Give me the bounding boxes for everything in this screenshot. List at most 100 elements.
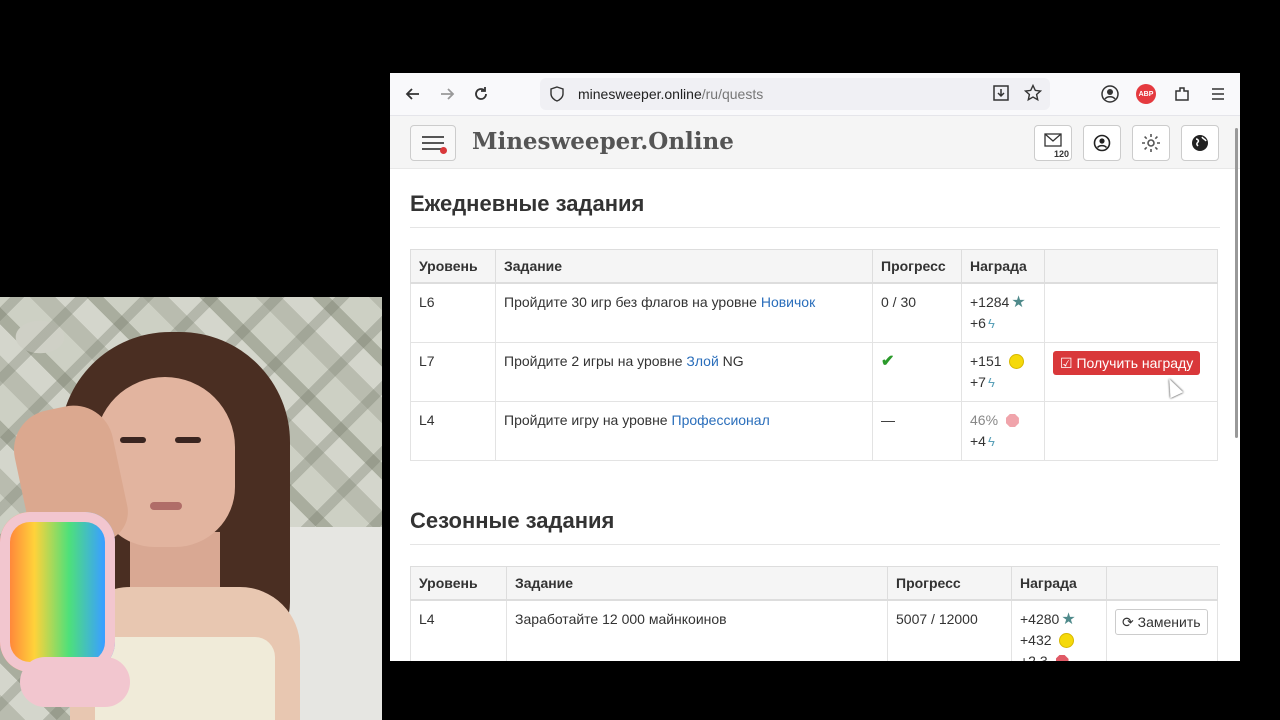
column-header: Награда <box>961 249 1045 284</box>
coin-icon <box>1009 354 1025 369</box>
checkmark-icon: ✔ <box>881 353 895 370</box>
messages-button[interactable]: 120 <box>1034 125 1072 161</box>
extensions-icon[interactable] <box>1168 77 1196 111</box>
quest-level: L6 <box>410 282 496 343</box>
quest-task-text: Пройдите 2 игры на уровне <box>504 353 687 369</box>
daily-quests-heading: Ежедневные задания <box>410 169 1220 228</box>
globe-icon <box>1192 135 1208 151</box>
refresh-icon: ⟳ <box>1122 614 1134 630</box>
reward-value: +4 <box>970 433 986 449</box>
hamburger-menu-icon[interactable] <box>1204 77 1232 111</box>
webcam-microphone-stand <box>20 657 130 707</box>
quest-task-suffix: NG <box>718 353 744 369</box>
claim-reward-button[interactable]: ☑ Получить награду <box>1053 351 1201 375</box>
webcam-person-eye <box>175 437 201 443</box>
shield-icon <box>548 85 566 103</box>
webcam-rgb-microphone <box>0 512 115 672</box>
notification-dot-icon <box>440 147 447 154</box>
adblock-icon[interactable]: ABP <box>1132 77 1160 111</box>
bolt-icon: ϟ <box>987 316 995 331</box>
table-row: L6 Пройдите 30 игр без флагов на уровне … <box>410 282 1218 343</box>
bookmark-star-icon[interactable] <box>1023 83 1043 107</box>
quest-progress: 5007 / 12000 <box>887 599 1012 661</box>
forward-arrow-icon <box>441 88 455 100</box>
quest-reward: +1284 ★ +6 ϟ <box>961 282 1045 343</box>
address-bar[interactable]: minesweeper.online/ru/quests <box>540 78 1050 110</box>
browser-window: minesweeper.online/ru/quests ABP Mineswe… <box>390 73 1240 661</box>
quest-progress: ✔ <box>872 342 962 402</box>
star-icon: ★ <box>1011 294 1026 311</box>
reward-value: +1284 <box>970 294 1010 310</box>
quest-reward: +4280 ★ +432 +2.3 <box>1011 599 1107 661</box>
table-row: L4 Заработайте 12 000 майнкоинов 5007 / … <box>410 599 1218 661</box>
column-header <box>1044 249 1218 284</box>
replace-quest-button[interactable]: ⟳ Заменить <box>1115 609 1208 635</box>
site-menu-button[interactable] <box>410 125 456 161</box>
check-square-icon: ☑ <box>1060 355 1073 371</box>
table-row: L7 Пройдите 2 игры на уровне Злой NG ✔ +… <box>410 342 1218 402</box>
quest-task-text: Пройдите игру на уровне <box>504 412 672 428</box>
url-text: minesweeper.online/ru/quests <box>578 86 763 102</box>
envelope-icon <box>1044 133 1062 147</box>
table-row: L4 Пройдите игру на уровне Профессионал … <box>410 401 1218 461</box>
webcam-person-mouth <box>150 502 182 510</box>
column-header: Задание <box>506 566 888 601</box>
quest-level-link[interactable]: Злой <box>686 353 718 369</box>
reward-value: +151 <box>970 353 1002 369</box>
column-header: Прогресс <box>872 249 962 284</box>
webcam-person-eye <box>120 437 146 443</box>
quest-reward: +151 +7 ϟ <box>961 342 1045 402</box>
replace-quest-label: Заменить <box>1137 614 1201 630</box>
daily-quests-table: Уровень Задание Прогресс Награда L6 Прой… <box>410 249 1218 461</box>
quest-action <box>1044 282 1218 343</box>
star-icon: ★ <box>1061 611 1076 628</box>
bolt-icon: ϟ <box>987 434 995 449</box>
user-icon <box>1093 134 1111 152</box>
reward-value: +432 <box>1020 632 1052 648</box>
quest-task-text: Пройдите 30 игр без флагов на уровне <box>504 294 761 310</box>
table-header-row: Уровень Задание Прогресс Награда <box>410 249 1218 284</box>
quest-progress: 0 / 30 <box>872 282 962 343</box>
browser-toolbar: minesweeper.online/ru/quests ABP <box>390 73 1240 116</box>
quest-action: ⟳ Заменить <box>1106 599 1218 661</box>
reload-icon <box>475 87 487 100</box>
column-header: Задание <box>495 249 873 284</box>
forward-button[interactable] <box>430 77 464 111</box>
reward-value: +4280 <box>1020 611 1060 627</box>
save-page-icon[interactable] <box>992 84 1010 107</box>
quest-task: Пройдите 2 игры на уровне Злой NG <box>495 342 873 402</box>
table-header-row: Уровень Задание Прогресс Награда <box>410 566 1218 601</box>
seasonal-quests-heading: Сезонные задания <box>410 486 1220 545</box>
gear-icon <box>1142 134 1160 152</box>
quest-level: L7 <box>410 342 496 402</box>
column-header: Награда <box>1011 566 1107 601</box>
back-arrow-icon <box>405 88 419 100</box>
quest-level-link[interactable]: Новичок <box>761 294 815 310</box>
column-header: Уровень <box>410 566 507 601</box>
reward-value: +2.3 <box>1020 653 1048 661</box>
column-header <box>1106 566 1218 601</box>
webcam-overlay <box>0 297 382 720</box>
quest-level: L4 <box>410 401 496 461</box>
language-button[interactable] <box>1181 125 1219 161</box>
page-scrollbar[interactable] <box>1235 128 1238 438</box>
reload-button[interactable] <box>464 77 498 111</box>
url-path: /ru/quests <box>701 86 764 102</box>
reward-value: +7 <box>970 374 986 390</box>
quest-level-link[interactable]: Профессионал <box>672 412 770 428</box>
settings-button[interactable] <box>1132 125 1170 161</box>
account-icon[interactable] <box>1096 77 1124 111</box>
bolt-icon: ϟ <box>987 375 995 390</box>
site-title[interactable]: Minesweeper.Online <box>472 128 734 155</box>
back-button[interactable] <box>396 77 430 111</box>
reward-value: 46% <box>970 412 999 428</box>
messages-count: 120 <box>1053 149 1069 159</box>
claim-reward-label: Получить награду <box>1076 355 1194 371</box>
quest-action <box>1044 401 1218 461</box>
quest-task: Заработайте 12 000 майнкоинов <box>506 599 888 661</box>
column-header: Уровень <box>410 249 496 284</box>
reward-value: +6 <box>970 315 986 331</box>
quest-action: ☑ Получить награду <box>1044 342 1218 402</box>
profile-button[interactable] <box>1083 125 1121 161</box>
quest-progress: — <box>872 401 962 461</box>
